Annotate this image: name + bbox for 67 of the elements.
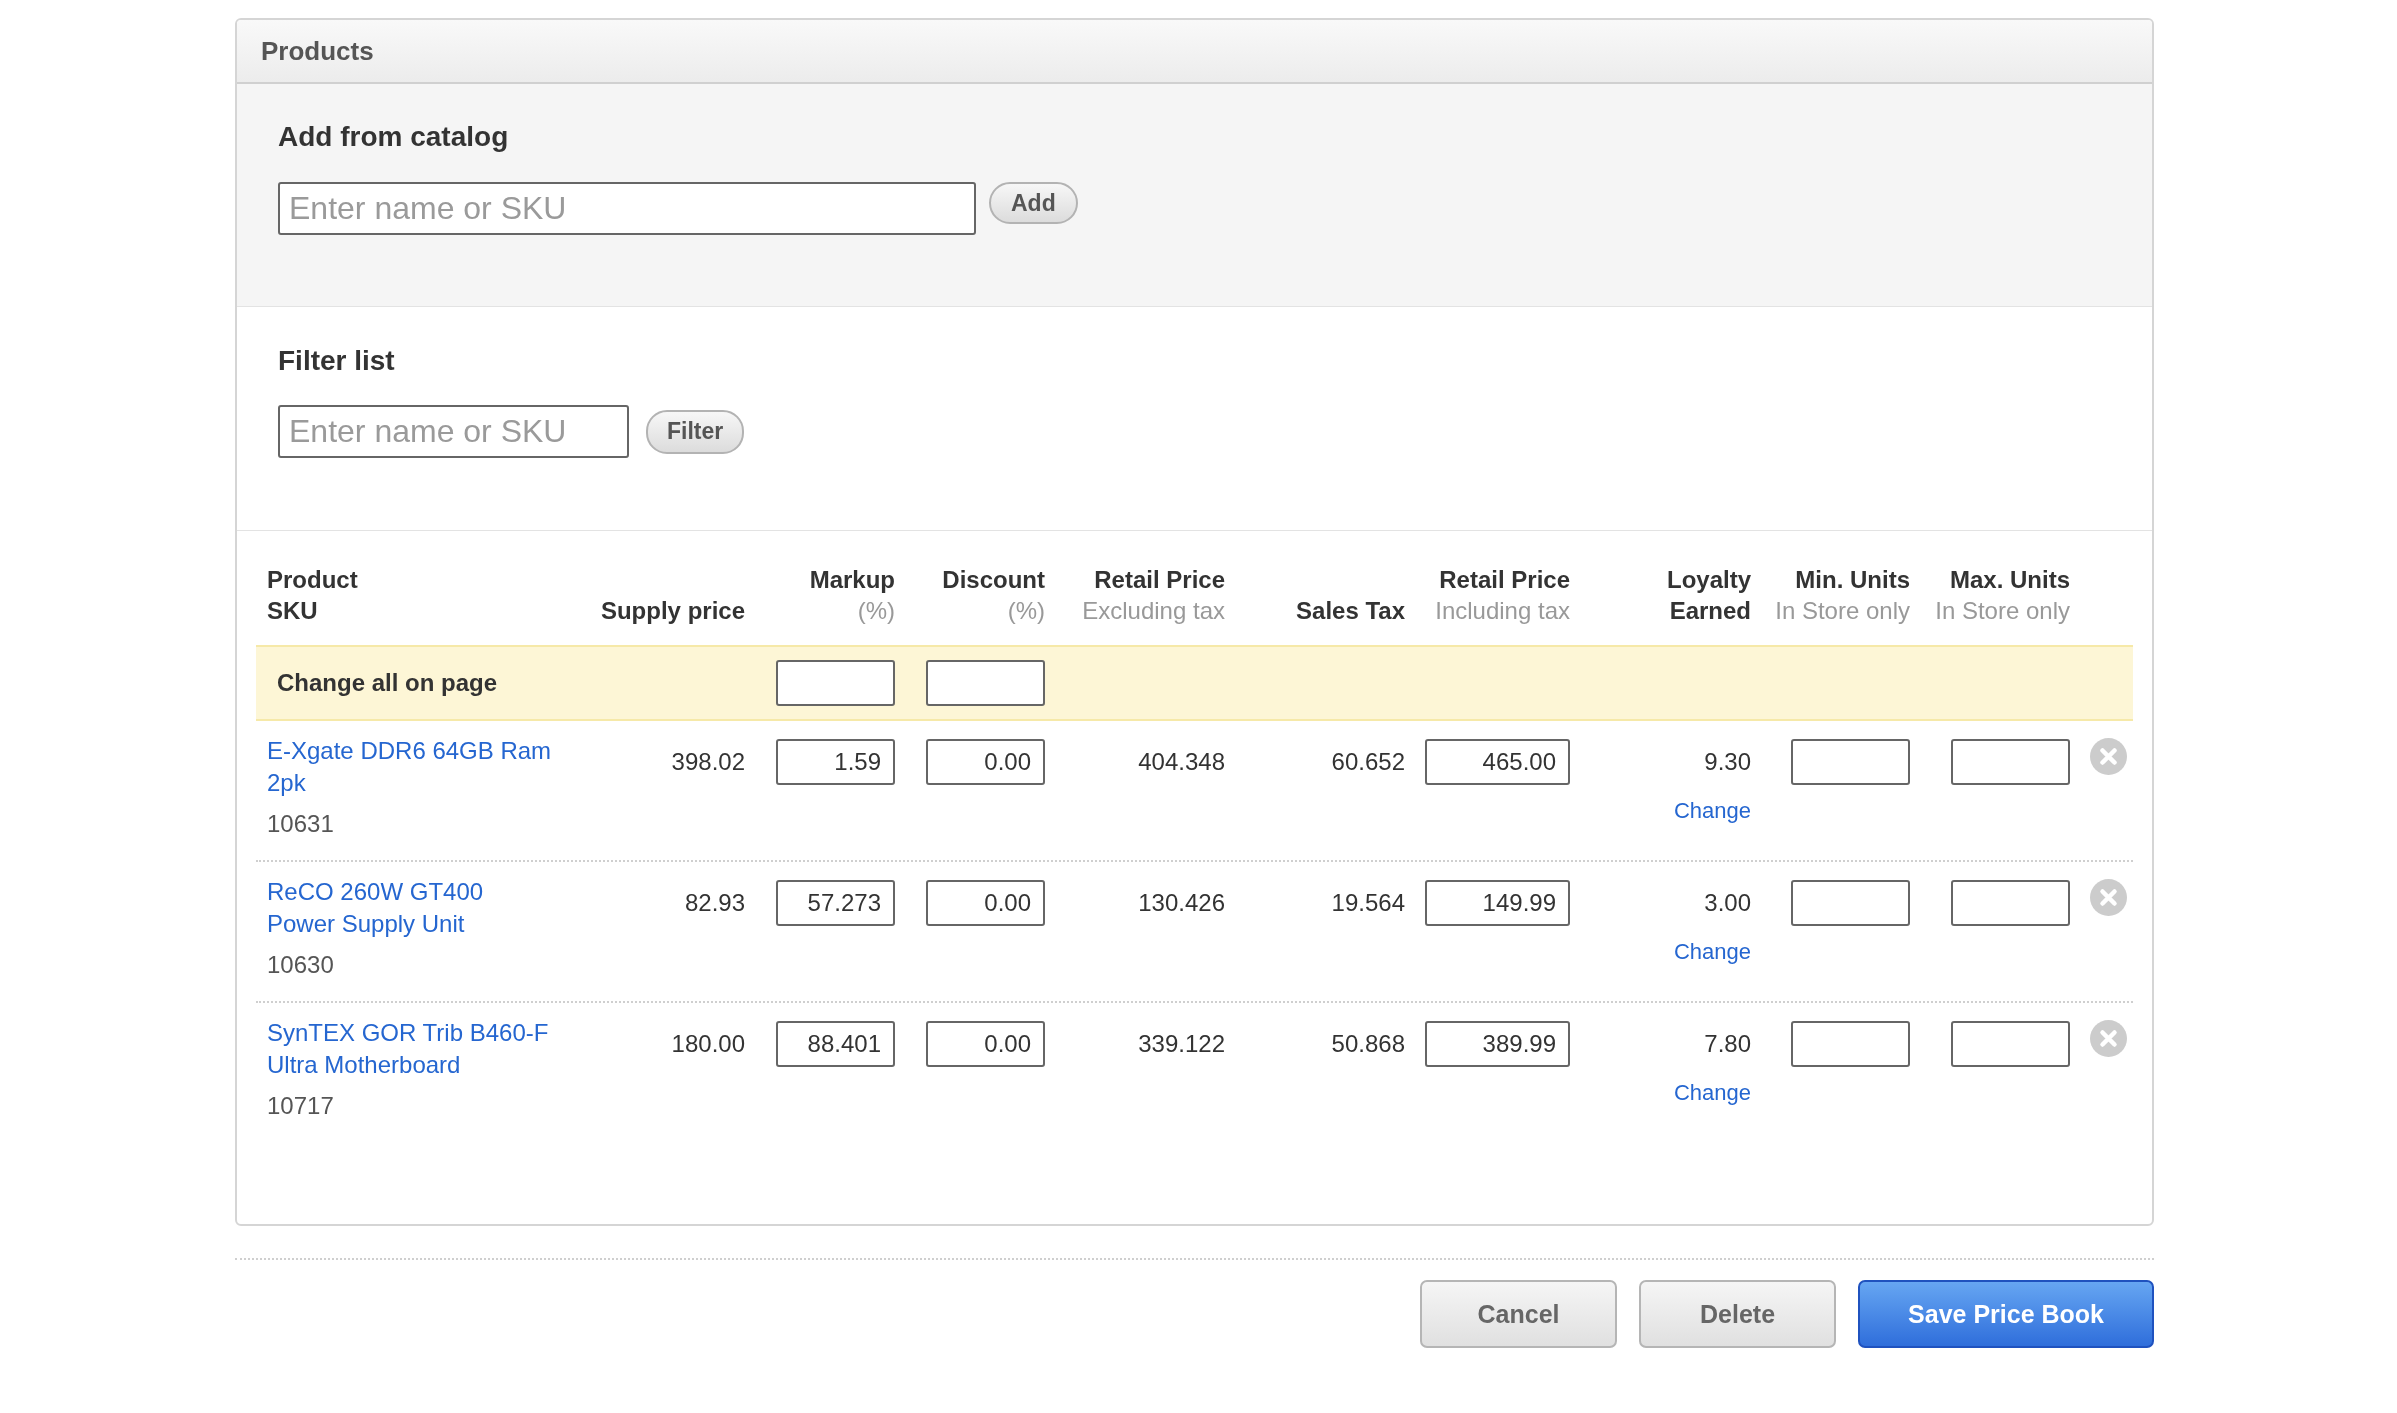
filter-search-field[interactable]: Enter name or SKU — [278, 405, 629, 458]
column-subheader: Including tax — [1435, 596, 1570, 626]
discount-input[interactable]: 0.00 — [926, 880, 1045, 926]
column-header: Min. Units — [1795, 565, 1910, 595]
column-subheader: Excluding tax — [1082, 596, 1225, 626]
column-header: Sales Tax — [1296, 596, 1405, 626]
column-header: Markup — [809, 565, 895, 595]
sales-tax: 50.868 — [1331, 1029, 1405, 1059]
column-header: Discount — [942, 565, 1045, 595]
column-subheader: (%) — [1007, 596, 1045, 626]
change-all-label: Change all on page — [277, 669, 498, 697]
filter-button[interactable]: Filter — [646, 409, 745, 454]
sku-text: 10717 — [267, 1091, 334, 1121]
loyalty-earned: 3.00 — [1704, 888, 1751, 918]
column-header: Retail Price — [1439, 565, 1570, 595]
discount-input[interactable]: 0.00 — [926, 1021, 1045, 1067]
product-link[interactable]: E-Xgate DDR6 64GB Ram 2pk — [267, 735, 555, 799]
section-heading: Filter list — [278, 344, 395, 378]
loyalty-earned: 7.80 — [1704, 1029, 1751, 1059]
min-units-input[interactable] — [1791, 1021, 1910, 1067]
retail-price-excl-tax: 130.426 — [1138, 888, 1225, 918]
sales-tax: 19.564 — [1331, 888, 1405, 918]
markup-input[interactable]: 57.273 — [776, 880, 895, 926]
column-header: Product — [267, 565, 358, 595]
retail-price-input[interactable]: 149.99 — [1425, 880, 1570, 926]
markup-input[interactable]: 88.401 — [776, 1021, 895, 1067]
supply-price: 398.02 — [671, 747, 745, 777]
change-link[interactable]: Change — [1673, 795, 1751, 827]
column-subheader: In Store only — [1935, 596, 2070, 626]
discount-input[interactable]: 0.00 — [926, 739, 1045, 785]
retail-price-input[interactable]: 389.99 — [1425, 1021, 1570, 1067]
action-button[interactable]: Cancel — [1420, 1280, 1618, 1348]
column-header: Max. Units — [1949, 565, 2070, 595]
change-link[interactable]: Change — [1673, 936, 1751, 968]
column-header: Earned — [1669, 596, 1751, 626]
catalog-search-field[interactable]: Enter name or SKU — [278, 182, 976, 235]
column-header: SKU — [267, 596, 318, 626]
min-units-input[interactable] — [1791, 880, 1910, 926]
product-link[interactable]: SynTEX GOR Trib B460-F Ultra Motherboard — [267, 1017, 555, 1081]
max-units-input[interactable] — [1951, 1021, 2070, 1067]
markup-input[interactable]: 1.59 — [776, 739, 895, 785]
column-header: Loyalty — [1666, 565, 1751, 595]
supply-price: 180.00 — [671, 1029, 745, 1059]
max-units-input[interactable] — [1951, 739, 2070, 785]
column-header: Supply price — [600, 596, 745, 626]
min-units-input[interactable] — [1791, 739, 1910, 785]
retail-price-input[interactable]: 465.00 — [1425, 739, 1570, 785]
max-units-input[interactable] — [1951, 880, 2070, 926]
sku-text: 10630 — [267, 950, 334, 980]
action-button[interactable]: Delete — [1639, 1280, 1837, 1348]
column-header: Retail Price — [1094, 565, 1225, 595]
sku-text: 10631 — [267, 809, 334, 839]
retail-price-excl-tax: 404.348 — [1138, 747, 1225, 777]
supply-price: 82.93 — [684, 888, 745, 918]
section-heading: Add from catalog — [278, 120, 509, 154]
product-link[interactable]: ReCO 260W GT400 Power Supply Unit — [267, 876, 555, 940]
sales-tax: 60.652 — [1331, 747, 1405, 777]
retail-price-excl-tax: 339.122 — [1138, 1029, 1225, 1059]
add-button[interactable]: Add — [989, 182, 1078, 224]
save-button[interactable]: Save Price Book — [1858, 1280, 2154, 1348]
loyalty-earned: 9.30 — [1704, 747, 1751, 777]
markup-input[interactable] — [776, 660, 895, 706]
column-subheader: In Store only — [1775, 596, 1910, 626]
change-link[interactable]: Change — [1673, 1077, 1751, 1109]
column-subheader: (%) — [857, 596, 895, 626]
discount-input[interactable] — [926, 660, 1045, 706]
panel-title: Products — [261, 35, 374, 67]
